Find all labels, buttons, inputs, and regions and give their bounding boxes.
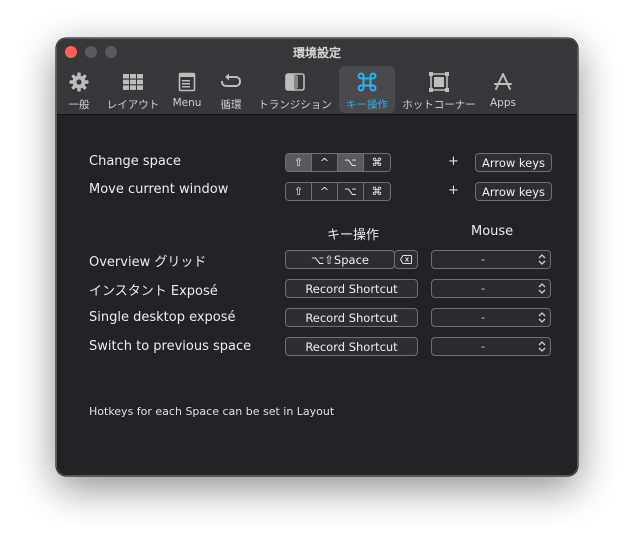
tab-label: レイアウト (106, 99, 160, 111)
window-title: 環境設定 (292, 46, 341, 60)
menu-icon (178, 72, 196, 92)
switch-previous-mouse-popup[interactable]: - (431, 337, 551, 356)
transition-icon (285, 73, 305, 91)
tab-layout[interactable]: レイアウト (103, 66, 163, 114)
command-key-icon (357, 72, 377, 92)
overview-shortcut-field[interactable]: ⌥⇧Space (285, 250, 395, 269)
apps-icon (494, 73, 512, 90)
switch-previous-record-shortcut-button[interactable]: Record Shortcut (285, 337, 418, 356)
move-window-label: Move current window (89, 182, 229, 197)
preferences-window: 環境設定 一般 レイアウト Menu 循環 トランジション キー操作 ホットコー… (56, 38, 578, 476)
keyboard-column-header: キー操作 (327, 228, 380, 243)
tab-label: Menu (172, 97, 202, 109)
overview-grid-label: Overview グリッド (89, 255, 207, 270)
control-modifier-toggle[interactable]: ^ (312, 183, 338, 200)
move-window-modifiers: ⇧ ^ ⌥ ⌘ (285, 182, 391, 201)
option-modifier-toggle[interactable]: ⌥ (338, 183, 364, 200)
instant-expose-mouse-popup[interactable]: - (431, 279, 551, 298)
gear-icon (69, 72, 89, 92)
move-window-arrow-keys-button[interactable]: Arrow keys (475, 182, 552, 201)
shift-modifier-toggle[interactable]: ⇧ (286, 154, 312, 171)
titlebar: 環境設定 一般 レイアウト Menu 循環 トランジション キー操作 ホットコー… (57, 39, 577, 115)
single-desktop-mouse-popup[interactable]: - (431, 308, 551, 327)
preferences-toolbar: 一般 レイアウト Menu 循環 トランジション キー操作 ホットコーナー Ap… (57, 66, 577, 114)
popup-value: - (481, 253, 485, 266)
plus-sign: + (448, 183, 459, 198)
change-space-arrow-keys-button[interactable]: Arrow keys (475, 153, 552, 172)
hot-corner-icon (429, 72, 449, 92)
tab-transition[interactable]: トランジション (257, 66, 333, 114)
tab-label: ホットコーナー (402, 99, 476, 111)
overview-mouse-popup[interactable]: - (431, 250, 551, 269)
tab-keyboard[interactable]: キー操作 (339, 66, 395, 113)
tab-label: キー操作 (346, 99, 388, 111)
control-modifier-toggle[interactable]: ^ (312, 154, 338, 171)
tab-label: 循環 (220, 99, 242, 111)
switch-previous-space-label: Switch to previous space (89, 339, 252, 354)
tab-label: Apps (490, 97, 516, 109)
popup-value: - (481, 340, 485, 353)
single-desktop-record-shortcut-button[interactable]: Record Shortcut (285, 308, 418, 327)
popup-value: - (481, 282, 485, 295)
mouse-column-header: Mouse (471, 224, 514, 239)
tab-apps[interactable]: Apps (485, 66, 521, 114)
single-desktop-expose-label: Single desktop exposé (89, 310, 236, 325)
grid-icon (123, 74, 143, 90)
option-modifier-toggle[interactable]: ⌥ (338, 154, 364, 171)
change-space-label: Change space (89, 154, 182, 169)
tab-cycle[interactable]: 循環 (213, 66, 249, 114)
popup-value: - (481, 311, 485, 324)
command-modifier-toggle[interactable]: ⌘ (364, 183, 390, 200)
instant-expose-label: インスタント Exposé (89, 284, 218, 299)
command-modifier-toggle[interactable]: ⌘ (364, 154, 390, 171)
tab-menu[interactable]: Menu (169, 66, 205, 114)
shift-modifier-toggle[interactable]: ⇧ (286, 183, 312, 200)
delete-icon (400, 255, 412, 264)
clear-shortcut-button[interactable] (394, 250, 418, 269)
plus-sign: + (448, 154, 459, 169)
tab-label: 一般 (68, 99, 90, 111)
cycle-icon (221, 73, 241, 87)
chevron-up-down-icon (538, 341, 546, 352)
change-space-modifiers: ⇧ ^ ⌥ ⌘ (285, 153, 391, 172)
layout-hotkeys-note: Hotkeys for each Space can be set in Lay… (89, 405, 335, 418)
chevron-up-down-icon (538, 283, 546, 294)
tab-general[interactable]: 一般 (61, 66, 97, 114)
chevron-up-down-icon (538, 312, 546, 323)
instant-expose-record-shortcut-button[interactable]: Record Shortcut (285, 279, 418, 298)
chevron-up-down-icon (538, 254, 546, 265)
tab-label: トランジション (258, 99, 332, 111)
tab-hot-corners[interactable]: ホットコーナー (401, 66, 477, 114)
